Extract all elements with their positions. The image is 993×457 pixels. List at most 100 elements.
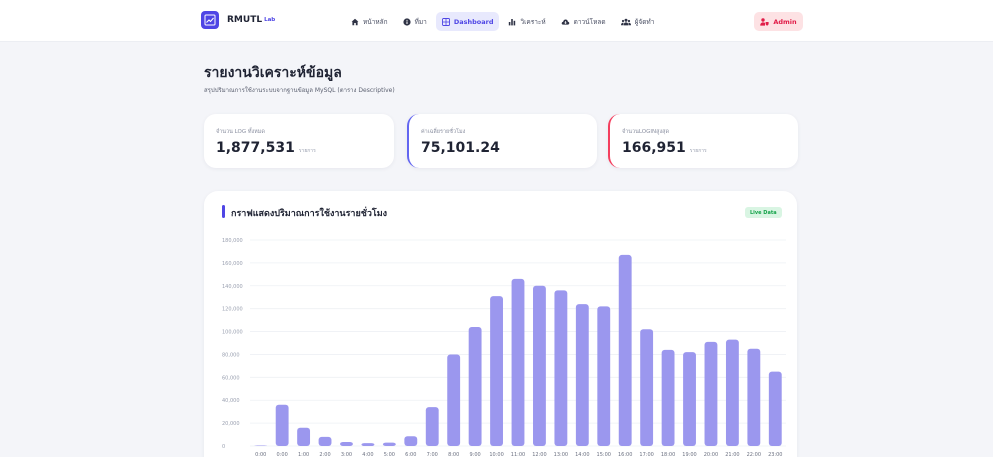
x-tick-label: 16:00: [618, 452, 632, 457]
x-tick-label: 21:00: [725, 452, 739, 457]
bar: [725, 339, 739, 446]
nav-item-label: ผู้จัดทำ: [634, 17, 655, 26]
home-icon: [351, 18, 359, 25]
x-tick-label: 19:00: [682, 452, 696, 457]
grid-icon: [441, 17, 450, 26]
bar: [554, 290, 568, 446]
nav-item-label: วิเคราะห์: [520, 17, 546, 26]
nav-item-analysis[interactable]: วิเคราะห์: [502, 12, 551, 31]
bar: [640, 329, 654, 446]
x-tick-label: 12:00: [532, 452, 546, 457]
bar: [768, 371, 782, 446]
y-tick-label: 100,000: [222, 330, 243, 336]
bar: [533, 285, 546, 446]
y-tick-label: 40,000: [222, 398, 240, 404]
nav-item-label: Dashboard: [453, 17, 494, 26]
nav-menu: หน้าหลัก ที่มา Dashboard วิเคราะห์ ดาวน์…: [345, 12, 663, 31]
nav-item-team[interactable]: ผู้จัดทำ: [615, 12, 661, 31]
x-tick-label: 10:00: [489, 452, 503, 457]
nav-item-dashboard[interactable]: Dashboard: [435, 12, 500, 31]
brand[interactable]: RMUTL Lab: [201, 11, 275, 29]
x-tick-label: 13:00: [554, 452, 568, 457]
bar: [404, 436, 418, 446]
stat-card-max-login: จำนวนLOGINสูงสุด 166,951 รายการ: [608, 114, 798, 168]
stat-value: 75,101.24: [421, 140, 500, 156]
bar: [597, 306, 611, 446]
stat-label: จำนวน LOG ทั้งหมด: [216, 129, 266, 135]
team-icon: [620, 18, 631, 25]
bar: [340, 441, 353, 446]
bar: [297, 427, 311, 446]
y-tick-label: 60,000: [222, 375, 240, 381]
nav-item-label: หน้าหลัก: [363, 17, 388, 26]
y-tick-label: 160,000: [222, 261, 243, 267]
x-tick-label: 18:00: [661, 452, 675, 457]
y-tick-label: 80,000: [222, 352, 240, 358]
x-tick-label: 7:00: [427, 452, 438, 457]
x-tick-label: 1:00: [298, 452, 309, 457]
bar: [490, 296, 503, 446]
bar: [618, 254, 632, 446]
info-icon: [402, 17, 411, 26]
y-tick-label: 180,000: [222, 238, 243, 244]
x-tick-label: 9:00: [470, 452, 481, 457]
nav-item-download[interactable]: ดาวน์โหลด: [555, 12, 612, 31]
admin-button[interactable]: Admin: [754, 12, 803, 31]
bar: [575, 304, 589, 446]
x-tick-label: 17:00: [639, 452, 653, 457]
y-tick-label: 20,000: [222, 421, 240, 427]
x-tick-label: 8:00: [448, 452, 459, 457]
x-tick-label: 22:00: [747, 452, 761, 457]
x-tick-label: 15:00: [597, 452, 611, 457]
x-tick-label: 5:00: [384, 452, 395, 457]
nav-item-label: ที่มา: [414, 17, 427, 26]
stat-value: 166,951: [622, 140, 686, 156]
page-title: รายงานวิเคราะห์ข้อมูล: [204, 65, 342, 81]
x-tick-label: 20:00: [704, 452, 718, 457]
bar: [254, 445, 268, 446]
bar: [683, 352, 696, 446]
bar: [361, 443, 375, 446]
x-tick-label: 4:00: [362, 452, 373, 457]
x-tick-label: 23:00: [768, 452, 782, 457]
stat-card-total-logs: จำนวน LOG ทั้งหมด 1,877,531 รายการ: [204, 114, 394, 168]
y-tick-label: 0: [222, 444, 225, 450]
y-tick-label: 140,000: [222, 284, 243, 290]
bar: [447, 354, 461, 446]
bar: [318, 436, 332, 446]
bar: [275, 404, 289, 446]
x-tick-label: 14:00: [575, 452, 589, 457]
top-navbar: RMUTL Lab หน้าหลัก ที่มา Dashboard วิเคร…: [0, 0, 993, 42]
stat-card-hourly-average: ค่าเฉลี่ยรายชั่วโมง 75,101.24: [407, 114, 597, 168]
bar: [747, 348, 761, 446]
y-tick-label: 120,000: [222, 307, 243, 313]
x-tick-label: 0:00: [255, 452, 266, 457]
brand-sub: Lab: [264, 17, 276, 23]
stat-label: ค่าเฉลี่ยรายชั่วโมง: [421, 129, 466, 135]
x-tick-label: 6:00: [405, 452, 416, 457]
cloud-download-icon: [561, 19, 569, 25]
chart-line-icon: [201, 11, 219, 29]
brand-name: RMUTL: [227, 15, 263, 25]
bar: [425, 407, 439, 446]
x-tick-label: 11:00: [511, 452, 525, 457]
nav-item-label: ดาวน์โหลด: [573, 17, 606, 26]
page-subtitle: สรุปปริมาณการใช้งานระบบจากฐานข้อมูล MySQ…: [204, 87, 395, 94]
stat-value: 1,877,531: [216, 140, 295, 156]
bar: [468, 326, 482, 446]
bar: [511, 278, 525, 446]
stat-label: จำนวนLOGINสูงสุด: [622, 129, 670, 135]
x-tick-label: 0:00: [277, 452, 288, 457]
x-tick-label: 3:00: [341, 452, 352, 457]
nav-item-about[interactable]: ที่มา: [397, 12, 433, 31]
admin-label: Admin: [773, 17, 797, 26]
user-shield-icon: [760, 17, 769, 26]
bar: [382, 442, 396, 446]
stat-unit: รายการ: [689, 148, 707, 154]
chart-icon: [509, 18, 516, 25]
bar: [704, 341, 718, 446]
stat-unit: รายการ: [298, 148, 316, 154]
bar: [661, 349, 675, 446]
nav-item-home[interactable]: หน้าหลัก: [345, 12, 394, 31]
x-tick-label: 2:00: [319, 452, 330, 457]
